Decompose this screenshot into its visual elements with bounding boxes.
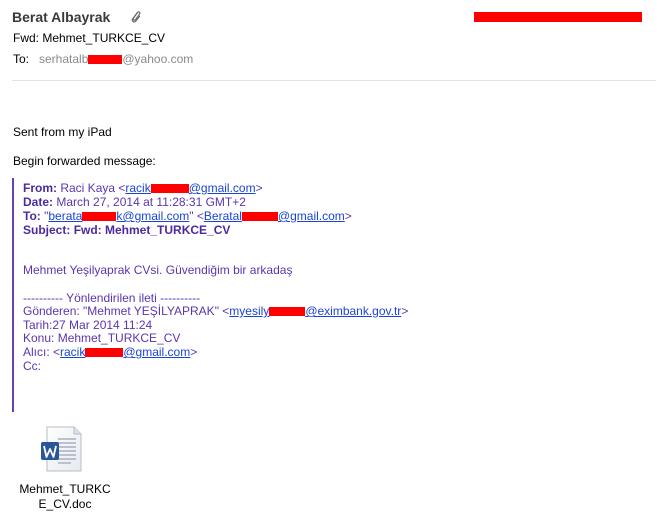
email-subject: Fwd: Mehmet_TURKCE_CV	[13, 31, 166, 45]
fwd-from-close: >	[255, 181, 263, 195]
paperclip-icon[interactable]	[129, 9, 143, 25]
redacted-date	[474, 12, 642, 22]
inner-intro: Mehmet Yeşilyaprak CVsi. Güvendiğim bir …	[23, 263, 293, 277]
inner-subject-line: Konu: Mehmet_TURKCE_CV	[23, 331, 181, 345]
redacted-block	[269, 307, 306, 316]
fwd-from-email[interactable]: racik @gmail.com	[125, 181, 255, 195]
redacted-block	[85, 348, 124, 357]
fwd-date-label: Date:	[23, 195, 54, 209]
to-label: To:	[13, 52, 30, 66]
to-address[interactable]: serhatalb @yahoo.com	[39, 52, 193, 66]
to-address-start: serhatalb	[39, 52, 89, 66]
inner-recipient-line: Alıcı: <racik @gmail.com>	[23, 345, 198, 359]
fwd-to-email-1[interactable]: berata k@gmail.com	[48, 209, 189, 223]
inner-date-line: Tarih:27 Mar 2014 11:24	[23, 318, 153, 332]
sender-name: Berat Albayrak	[12, 9, 111, 25]
word-doc-icon[interactable]	[41, 426, 83, 472]
fwd-to-email-2[interactable]: Beratal @gmail.com	[204, 209, 345, 223]
inner-sender-line: Gönderen: "Mehmet YEŞİLYAPRAK" <myesily @…	[23, 304, 409, 318]
fwd-to-line: To: "berata k@gmail.com" <Beratal @gmail.c…	[23, 209, 352, 223]
redacted-block	[82, 212, 117, 221]
inner-cc-line: Cc:	[23, 359, 41, 373]
fwd-subject-value: Fwd: Mehmet_TURKCE_CV	[73, 223, 231, 237]
redacted-block	[241, 212, 278, 221]
fwd-from-name: Raci Kaya <	[60, 181, 126, 195]
fwd-from-line: From: Raci Kaya <racik @gmail.com>	[23, 181, 263, 195]
fwd-from-label: From:	[23, 181, 57, 195]
fwd-date-value: March 27, 2014 at 11:28:31 GMT+2	[56, 195, 246, 209]
forwarded-intro-line: Begin forwarded message:	[13, 154, 156, 168]
header-divider	[12, 80, 656, 81]
quote-bar-outer	[12, 178, 14, 412]
redacted-block	[150, 184, 189, 193]
sent-from-line: Sent from my iPad	[13, 125, 112, 139]
fwd-subject-label: Subject:	[23, 223, 71, 237]
attachment-filename[interactable]: Mehmet_TURKCE_CV.doc	[17, 482, 113, 512]
fwd-date-line: Date: March 27, 2014 at 11:28:31 GMT+2	[23, 195, 246, 209]
inner-separator: ---------- Yönlendirilen ileti ---------…	[23, 291, 201, 305]
fwd-to-label: To:	[23, 209, 41, 223]
fwd-subject-line: Subject: Fwd: Mehmet_TURKCE_CV	[23, 223, 230, 237]
to-address-end: @yahoo.com	[122, 52, 194, 66]
inner-recipient-email[interactable]: racik @gmail.com	[60, 345, 190, 359]
redacted-block	[88, 55, 123, 64]
inner-sender-email[interactable]: myesily @eximbank.gov.tr	[229, 304, 401, 318]
